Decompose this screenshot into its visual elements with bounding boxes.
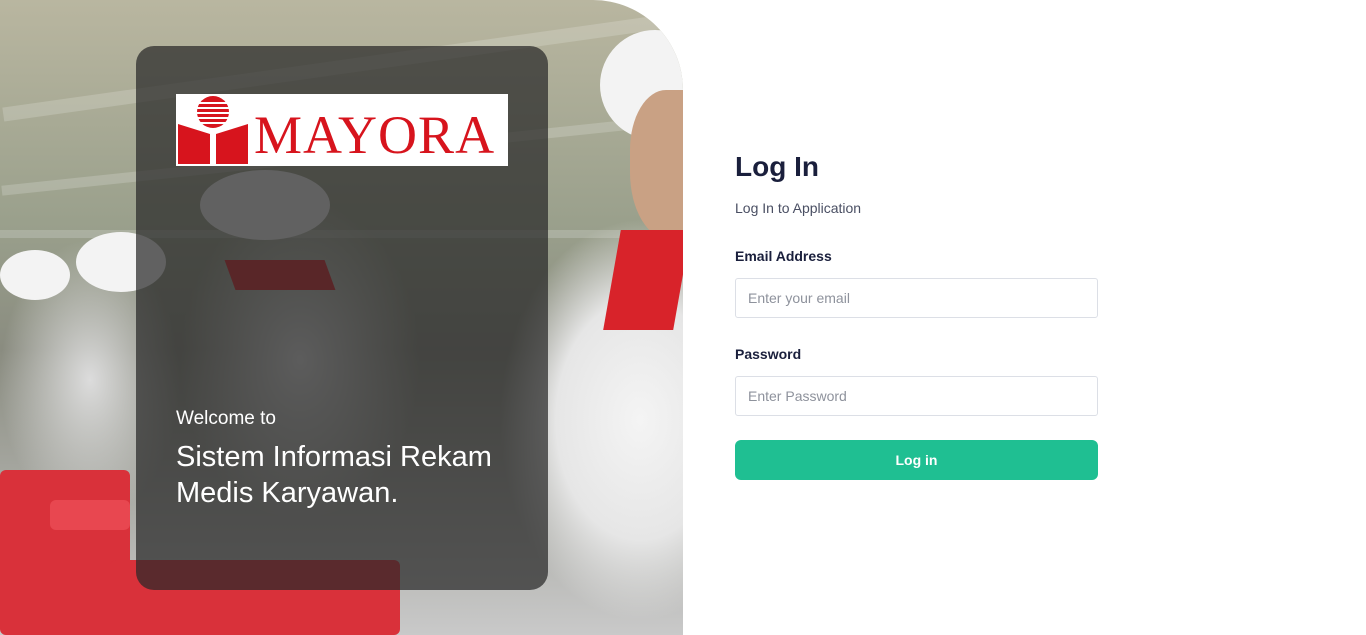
hero-photo: MAYORA Welcome to Sistem Informasi Rekam… [0, 0, 683, 635]
page-subtitle: Log In to Application [735, 200, 862, 216]
system-title: Sistem Informasi Rekam Medis Karyawan. [176, 441, 492, 509]
page-title: Log In [735, 151, 819, 182]
login-form: Log In Log In to Application Email Addre… [735, 150, 1098, 480]
welcome-card: MAYORA Welcome to Sistem Informasi Rekam… [136, 46, 548, 590]
password-field[interactable] [735, 376, 1098, 416]
login-button[interactable]: Log in [735, 440, 1098, 480]
email-label: Email Address [735, 248, 832, 264]
welcome-text: Welcome to [176, 408, 276, 429]
email-field[interactable] [735, 278, 1098, 318]
mayora-emblem-icon [178, 96, 248, 164]
mayora-logo: MAYORA [176, 94, 508, 166]
password-label: Password [735, 346, 802, 362]
logo-text: MAYORA [254, 105, 496, 165]
